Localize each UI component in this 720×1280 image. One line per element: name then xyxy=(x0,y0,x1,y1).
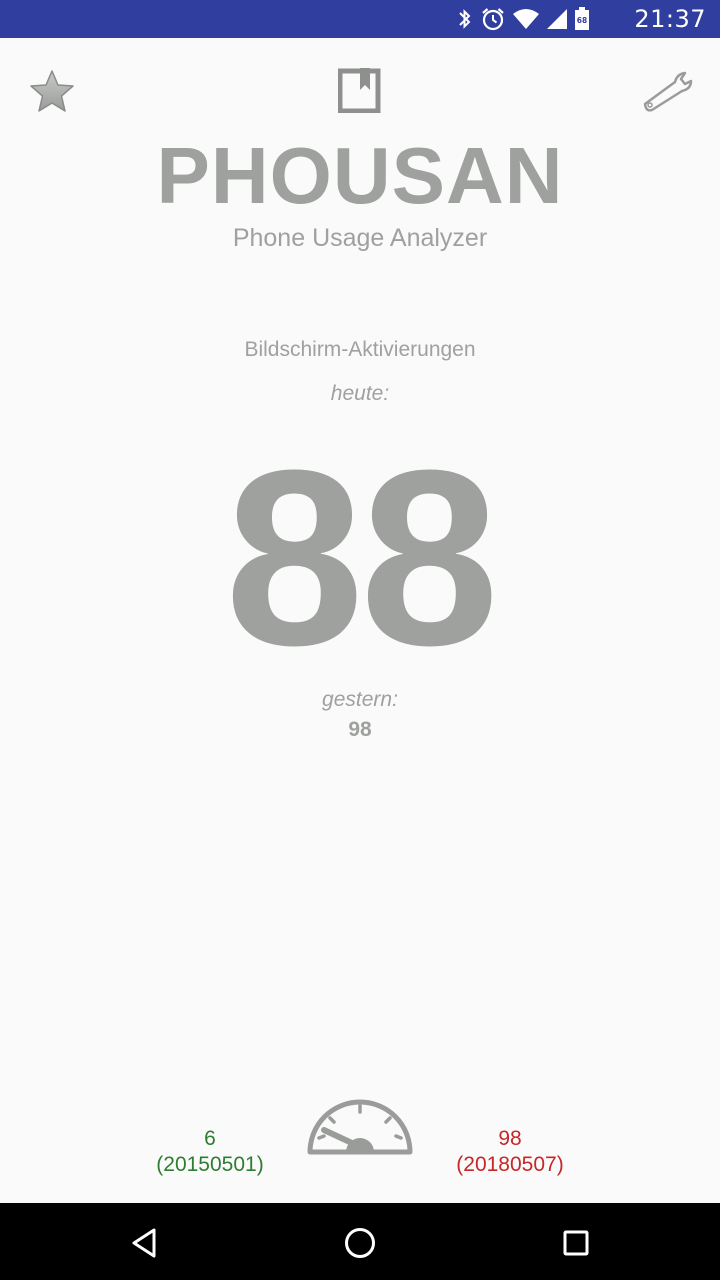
home-icon xyxy=(345,1228,375,1258)
metric-label: Bildschirm-Aktivierungen xyxy=(244,338,476,361)
min-record-date: (20150501) xyxy=(156,1153,264,1176)
back-icon xyxy=(132,1228,156,1258)
home-button[interactable] xyxy=(338,1221,382,1265)
bluetooth-icon xyxy=(459,9,471,29)
star-icon xyxy=(30,70,74,112)
today-count: 88 xyxy=(224,418,499,697)
status-icons: 68 xyxy=(456,6,590,32)
min-record: 6 (20150501) xyxy=(110,1126,310,1178)
yesterday-label: gestern: xyxy=(322,688,398,711)
min-record-value: 6 xyxy=(204,1127,216,1150)
battery-level-text: 68 xyxy=(577,16,587,25)
app-subtitle: Phone Usage Analyzer xyxy=(232,224,488,252)
app-screen: PHOUSAN Phone Usage Analyzer Bildschirm-… xyxy=(0,38,720,1203)
navigation-bar xyxy=(0,1203,720,1280)
status-bar: 68 21:37 xyxy=(0,0,720,38)
today-label: heute: xyxy=(330,382,390,405)
max-record-date: (20180507) xyxy=(456,1153,564,1176)
alarm-icon xyxy=(482,8,504,31)
app-title: PHOUSAN xyxy=(156,131,564,220)
recents-button[interactable] xyxy=(554,1221,598,1265)
max-record: 98 (20180507) xyxy=(410,1126,610,1178)
cell-signal-icon xyxy=(547,9,567,29)
battery-icon: 68 xyxy=(575,7,589,30)
settings-button[interactable] xyxy=(638,66,698,116)
wifi-icon xyxy=(513,9,539,29)
yesterday-count: 98 xyxy=(348,718,372,741)
back-button[interactable] xyxy=(122,1221,166,1265)
status-time: 21:37 xyxy=(634,5,706,33)
speedometer-icon[interactable] xyxy=(306,1096,414,1156)
manual-button[interactable] xyxy=(334,64,386,116)
book-icon xyxy=(338,68,381,113)
wrench-icon xyxy=(643,71,693,112)
recents-icon xyxy=(563,1230,589,1256)
max-record-value: 98 xyxy=(498,1127,522,1150)
favorite-button[interactable] xyxy=(24,66,80,116)
